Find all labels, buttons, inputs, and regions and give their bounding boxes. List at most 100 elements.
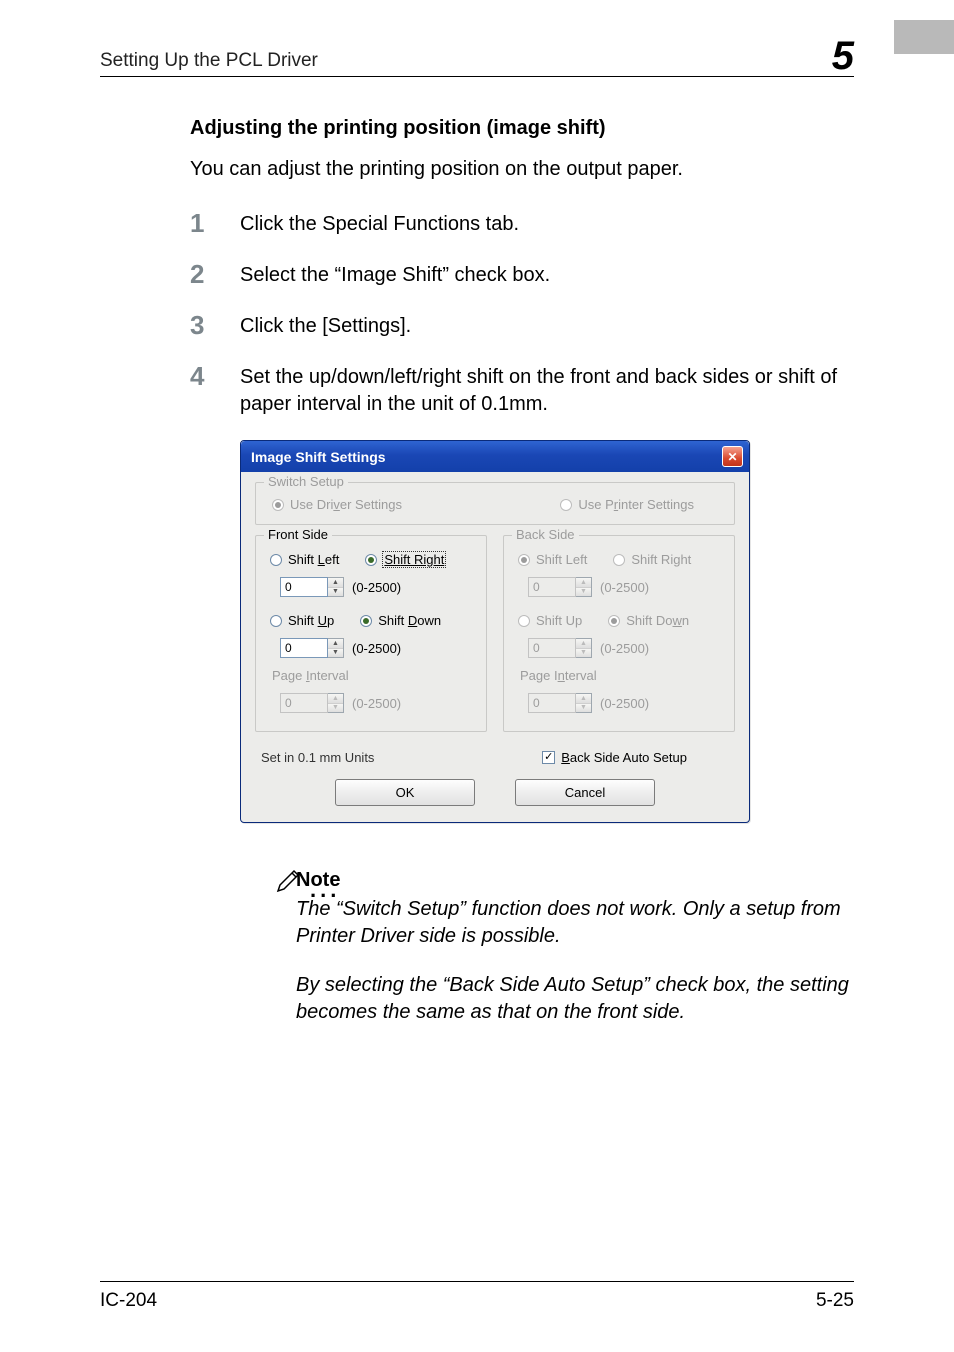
back-h-input[interactable] xyxy=(528,577,576,597)
step-text: Click the Special Functions tab. xyxy=(240,209,519,238)
section-intro: You can adjust the printing position on … xyxy=(190,158,854,181)
front-side-legend: Front Side xyxy=(264,527,332,542)
radio-selected-icon xyxy=(608,615,620,627)
back-v-spinner[interactable]: ▲▼ xyxy=(528,638,592,658)
radio-selected-icon xyxy=(272,499,284,511)
front-h-input[interactable] xyxy=(280,577,328,597)
front-shift-up-radio[interactable]: Shift Up xyxy=(270,613,334,628)
radio-selected-icon xyxy=(518,554,530,566)
front-page-interval: ▲▼ (0-2500) xyxy=(280,693,476,713)
radio-icon xyxy=(613,554,625,566)
front-pi-input[interactable] xyxy=(280,693,328,713)
radio-label: Shift Right xyxy=(383,552,445,567)
page-footer: IC-204 5-25 xyxy=(100,1281,854,1312)
dialog-title: Image Shift Settings xyxy=(251,449,386,465)
running-header: Setting Up the PCL Driver 5 xyxy=(100,32,854,77)
note-pencil-icon xyxy=(274,863,304,893)
step-number: 3 xyxy=(190,311,240,340)
front-shift-right-radio[interactable]: Shift Right xyxy=(365,552,445,567)
step-1: 1 Click the Special Functions tab. xyxy=(190,209,854,238)
dialog-titlebar: Image Shift Settings ✕ xyxy=(241,441,749,472)
radio-selected-icon xyxy=(360,615,372,627)
radio-icon xyxy=(270,554,282,566)
radio-selected-icon xyxy=(365,554,377,566)
back-vertical-shift: ▲▼ (0-2500) xyxy=(528,638,724,658)
back-page-interval: ▲▼ (0-2500) xyxy=(528,693,724,713)
spinner-buttons[interactable]: ▲▼ xyxy=(576,693,592,713)
dialog-buttons: OK Cancel xyxy=(255,779,735,806)
radio-label: Use Driver Settings xyxy=(290,497,402,512)
front-v-input[interactable] xyxy=(280,638,328,658)
back-side-legend: Back Side xyxy=(512,527,579,542)
footer-right: 5-25 xyxy=(816,1290,854,1312)
back-h-spinner[interactable]: ▲▼ xyxy=(528,577,592,597)
switch-setup-legend: Switch Setup xyxy=(264,474,348,489)
step-number: 1 xyxy=(190,209,240,238)
page-edge-tab xyxy=(894,20,954,54)
radio-icon xyxy=(560,499,572,511)
image-shift-dialog-screenshot: Image Shift Settings ✕ Switch Setup Use … xyxy=(240,440,750,823)
back-page-interval-label: Page Interval xyxy=(520,668,724,683)
close-icon[interactable]: ✕ xyxy=(722,446,743,467)
radio-label: Use Printer Settings xyxy=(578,497,694,512)
radio-icon xyxy=(270,615,282,627)
front-page-interval-label: Page Interval xyxy=(272,668,476,683)
back-horizontal-shift: ▲▼ (0-2500) xyxy=(528,577,724,597)
cancel-button[interactable]: Cancel xyxy=(515,779,655,806)
ok-button[interactable]: OK xyxy=(335,779,475,806)
step-text: Click the [Settings]. xyxy=(240,311,411,340)
back-shift-left-radio[interactable]: Shift Left xyxy=(518,552,587,567)
radio-label: Shift Down xyxy=(626,613,689,628)
content: Adjusting the printing position (image s… xyxy=(100,77,854,1026)
step-text: Set the up/down/left/right shift on the … xyxy=(240,362,854,418)
step-4: 4 Set the up/down/left/right shift on th… xyxy=(190,362,854,418)
back-pi-spinner[interactable]: ▲▼ xyxy=(528,693,592,713)
front-shift-left-radio[interactable]: Shift Left xyxy=(270,552,339,567)
front-h-spinner[interactable]: ▲▼ xyxy=(280,577,344,597)
spinner-buttons[interactable]: ▲▼ xyxy=(576,638,592,658)
spinner-buttons[interactable]: ▲▼ xyxy=(328,638,344,658)
radio-icon xyxy=(518,615,530,627)
units-note: Set in 0.1 mm Units xyxy=(257,750,374,765)
front-v-spinner[interactable]: ▲▼ xyxy=(280,638,344,658)
front-pi-spinner[interactable]: ▲▼ xyxy=(280,693,344,713)
range-label: (0-2500) xyxy=(600,580,649,595)
radio-label: Shift Down xyxy=(378,613,441,628)
front-side-group: Front Side Shift Left Shift Right xyxy=(255,535,487,732)
spinner-buttons[interactable]: ▲▼ xyxy=(328,693,344,713)
range-label: (0-2500) xyxy=(600,696,649,711)
note-block: ... Note The “Switch Setup” function doe… xyxy=(190,869,854,1026)
step-number: 2 xyxy=(190,260,240,289)
chapter-number: 5 xyxy=(832,36,854,76)
range-label: (0-2500) xyxy=(352,641,401,656)
step-3: 3 Click the [Settings]. xyxy=(190,311,854,340)
radio-label: Shift Left xyxy=(288,552,339,567)
image-shift-dialog: Image Shift Settings ✕ Switch Setup Use … xyxy=(240,440,750,823)
radio-label: Shift Up xyxy=(536,613,582,628)
step-text: Select the “Image Shift” check box. xyxy=(240,260,550,289)
spinner-buttons[interactable]: ▲▼ xyxy=(576,577,592,597)
range-label: (0-2500) xyxy=(352,696,401,711)
step-number: 4 xyxy=(190,362,240,391)
note-dots-icon: ... xyxy=(310,877,340,903)
range-label: (0-2500) xyxy=(600,641,649,656)
back-side-auto-setup-checkbox[interactable]: ✓ Back Side Auto Setup xyxy=(542,750,733,765)
back-side-group: Back Side Shift Left Shift Right xyxy=(503,535,735,732)
use-printer-settings-radio[interactable]: Use Printer Settings xyxy=(560,497,694,512)
front-shift-down-radio[interactable]: Shift Down xyxy=(360,613,441,628)
radio-label: Shift Right xyxy=(631,552,691,567)
note-paragraph-2: By selecting the “Back Side Auto Setup” … xyxy=(296,972,854,1026)
radio-label: Shift Up xyxy=(288,613,334,628)
back-shift-right-radio[interactable]: Shift Right xyxy=(613,552,691,567)
running-title: Setting Up the PCL Driver xyxy=(100,50,318,72)
use-driver-settings-radio[interactable]: Use Driver Settings xyxy=(272,497,402,512)
dialog-body: Switch Setup Use Driver Settings Use Pri… xyxy=(241,472,749,822)
back-shift-down-radio[interactable]: Shift Down xyxy=(608,613,689,628)
switch-setup-group: Switch Setup Use Driver Settings Use Pri… xyxy=(255,482,735,525)
section-heading: Adjusting the printing position (image s… xyxy=(190,117,854,140)
back-pi-input[interactable] xyxy=(528,693,576,713)
back-shift-up-radio[interactable]: Shift Up xyxy=(518,613,582,628)
spinner-buttons[interactable]: ▲▼ xyxy=(328,577,344,597)
front-horizontal-shift: ▲▼ (0-2500) xyxy=(280,577,476,597)
back-v-input[interactable] xyxy=(528,638,576,658)
